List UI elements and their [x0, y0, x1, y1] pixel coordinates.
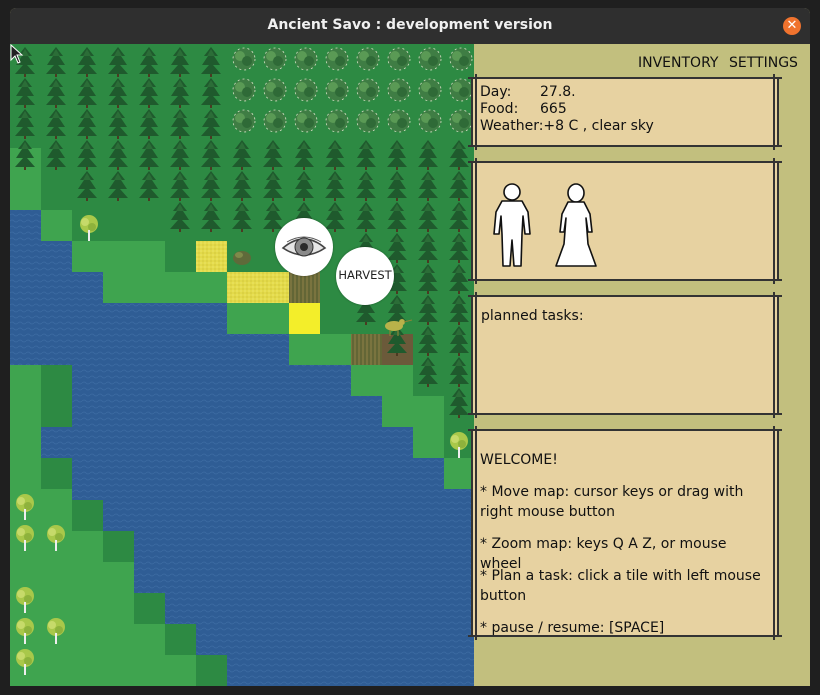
welcome-line-plan: * Plan a task: click a tile with left mo… — [480, 568, 761, 604]
grass-tile[interactable] — [103, 593, 134, 686]
oak-tree-icon — [387, 78, 411, 102]
oak-tree-icon — [418, 47, 442, 71]
welcome-line-move: * Move map: cursor keys or drag with rig… — [480, 484, 744, 520]
mouse-cursor-icon — [10, 44, 24, 64]
game-map[interactable]: HARVEST — [10, 44, 474, 686]
oak-tree-icon — [418, 109, 442, 133]
oak-tree-icon — [387, 47, 411, 71]
grass-tile[interactable] — [72, 531, 103, 562]
oak-tree-icon — [449, 78, 473, 102]
grass-tile[interactable] — [134, 624, 165, 686]
oak-tree-icon — [294, 47, 318, 71]
field-tile[interactable] — [258, 272, 289, 303]
inventory-menu-button[interactable]: INVENTORY — [638, 55, 718, 71]
tasks-panel: planned tasks: — [472, 296, 778, 414]
grass-tile[interactable] — [165, 272, 227, 303]
oak-tree-icon — [325, 47, 349, 71]
title-bar: Ancient Savo : development version ✕ — [10, 8, 810, 44]
grass-tile[interactable] — [41, 210, 72, 241]
grass-tile[interactable] — [351, 365, 413, 396]
characters-figures — [493, 183, 597, 267]
window-title: Ancient Savo : development version — [267, 17, 553, 33]
oak-tree-icon — [232, 47, 256, 71]
field-tile[interactable] — [196, 241, 227, 272]
grass-tile[interactable] — [72, 241, 103, 272]
characters-panel — [472, 162, 778, 280]
food-row: Food: 665 — [480, 101, 567, 117]
status-panel: Day: 27.8. Food: 665 Weather:+8 C , clear … — [472, 78, 778, 146]
grass-tile[interactable] — [165, 655, 196, 686]
weather-value: +8 C , clear sky — [543, 118, 654, 134]
oak-tree-icon — [387, 109, 411, 133]
oak-tree-icon — [449, 47, 473, 71]
welcome-line-pause: * pause / resume: [SPACE] — [480, 620, 665, 636]
grass-tile[interactable] — [10, 551, 72, 686]
look-action-bubble[interactable] — [275, 218, 333, 276]
oak-tree-icon — [356, 109, 380, 133]
grass-tile[interactable] — [227, 303, 289, 334]
grass-tile[interactable] — [103, 241, 165, 303]
grass-tile[interactable] — [413, 427, 444, 458]
oak-tree-icon — [418, 78, 442, 102]
close-icon[interactable]: ✕ — [783, 17, 801, 35]
oak-tree-icon — [232, 109, 256, 133]
oak-tree-icon — [449, 109, 473, 133]
welcome-heading: WELCOME! — [480, 452, 558, 468]
harvest-label: HARVEST — [338, 268, 392, 282]
bush-icon — [233, 251, 251, 265]
oak-tree-icon — [263, 109, 287, 133]
oak-tree-icon — [263, 47, 287, 71]
grass-tile[interactable] — [10, 427, 41, 489]
grass-tile[interactable] — [444, 458, 474, 489]
oak-tree-icon — [294, 109, 318, 133]
field-tile[interactable] — [289, 303, 320, 334]
field-tile[interactable] — [227, 272, 258, 303]
oak-tree-icon — [294, 78, 318, 102]
grass-tile[interactable] — [72, 562, 103, 686]
field-tile[interactable] — [289, 272, 320, 303]
day-row: Day: 27.8. — [480, 84, 576, 100]
oak-tree-icon — [356, 47, 380, 71]
food-value: 665 — [540, 101, 567, 117]
field-tile[interactable] — [351, 334, 382, 365]
food-label: Food: — [480, 101, 519, 117]
settings-menu-button[interactable]: SETTINGS — [729, 55, 798, 71]
grass-tile[interactable] — [382, 396, 444, 427]
day-label: Day: — [480, 84, 512, 100]
weather-row: Weather:+8 C , clear sky — [480, 118, 654, 134]
male-figure-icon[interactable] — [493, 183, 531, 267]
oak-tree-icon — [232, 78, 256, 102]
oak-tree-icon — [356, 78, 380, 102]
grass-tile[interactable] — [289, 334, 351, 365]
welcome-panel: WELCOME! * Move map: cursor keys or drag… — [472, 430, 778, 636]
day-value: 27.8. — [540, 84, 576, 100]
tasks-title: planned tasks: — [481, 308, 584, 324]
oak-tree-icon — [325, 78, 349, 102]
weather-label: Weather: — [480, 118, 544, 134]
oak-tree-icon — [263, 78, 287, 102]
grass-tile[interactable] — [10, 365, 41, 427]
eye-icon — [281, 236, 327, 257]
female-figure-icon[interactable] — [555, 183, 597, 267]
grass-tile[interactable] — [103, 562, 134, 593]
oak-tree-icon — [325, 109, 349, 133]
harvest-action-bubble[interactable]: HARVEST — [336, 247, 394, 305]
map-tiles[interactable] — [10, 44, 474, 686]
